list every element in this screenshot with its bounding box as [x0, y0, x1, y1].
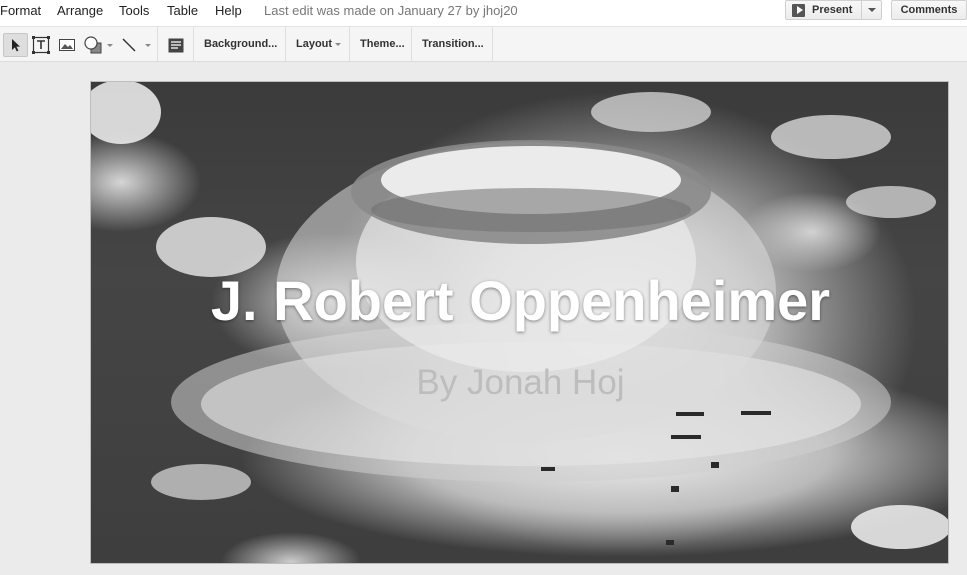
slide[interactable]: J. Robert Oppenheimer By Jonah Hoj — [90, 81, 949, 564]
menu-arrange[interactable]: Arrange — [57, 3, 103, 18]
toolbar-divider — [349, 27, 350, 62]
menu-table[interactable]: Table — [167, 3, 198, 18]
select-tool-button[interactable] — [3, 33, 28, 57]
speaker-notes-button[interactable] — [164, 33, 188, 57]
menu-tools[interactable]: Tools — [119, 3, 149, 18]
chevron-down-icon — [867, 8, 876, 12]
toolbar-divider — [157, 27, 158, 62]
toolbar-divider — [285, 27, 286, 62]
layout-label: Layout — [296, 38, 333, 50]
cursor-arrow-icon — [11, 39, 20, 52]
toolbar-divider — [492, 27, 493, 62]
image-tool-button[interactable] — [56, 33, 78, 57]
theme-button[interactable]: Theme... — [360, 38, 405, 50]
image-icon — [59, 39, 75, 51]
last-edit-status[interactable]: Last edit was made on January 27 by jhoj… — [264, 3, 518, 18]
line-tool-button[interactable] — [118, 33, 140, 57]
shape-tool-button[interactable] — [81, 33, 105, 57]
line-menu-chevron-icon[interactable] — [145, 44, 151, 47]
slide-title[interactable]: J. Robert Oppenheimer — [91, 268, 948, 333]
menubar: Format Arrange Tools Table Help Last edi… — [0, 0, 967, 26]
slide-subtitle[interactable]: By Jonah Hoj — [91, 363, 948, 403]
chevron-down-icon — [335, 42, 342, 46]
present-options-button[interactable] — [862, 0, 882, 20]
toolbar-divider — [193, 27, 194, 62]
menu-format[interactable]: Format — [0, 3, 41, 18]
shapes-icon — [84, 36, 102, 54]
shape-menu-chevron-icon[interactable] — [107, 44, 113, 47]
menu-help[interactable]: Help — [215, 3, 242, 18]
layout-button[interactable]: Layout — [296, 38, 342, 50]
text-box-tool-button[interactable] — [30, 33, 52, 57]
comments-button[interactable]: Comments — [891, 0, 967, 20]
speaker-notes-icon — [168, 38, 184, 52]
transition-button[interactable]: Transition... — [422, 38, 484, 50]
line-icon — [122, 38, 136, 52]
toolbar: Background... Layout Theme... Transition… — [0, 26, 967, 62]
background-button[interactable]: Background... — [204, 38, 277, 50]
present-label: Present — [812, 4, 853, 16]
present-button[interactable]: Present — [785, 0, 862, 20]
text-box-icon — [32, 36, 50, 54]
toolbar-divider — [411, 27, 412, 62]
present-button-group: Present — [785, 0, 882, 20]
play-icon — [792, 3, 805, 17]
